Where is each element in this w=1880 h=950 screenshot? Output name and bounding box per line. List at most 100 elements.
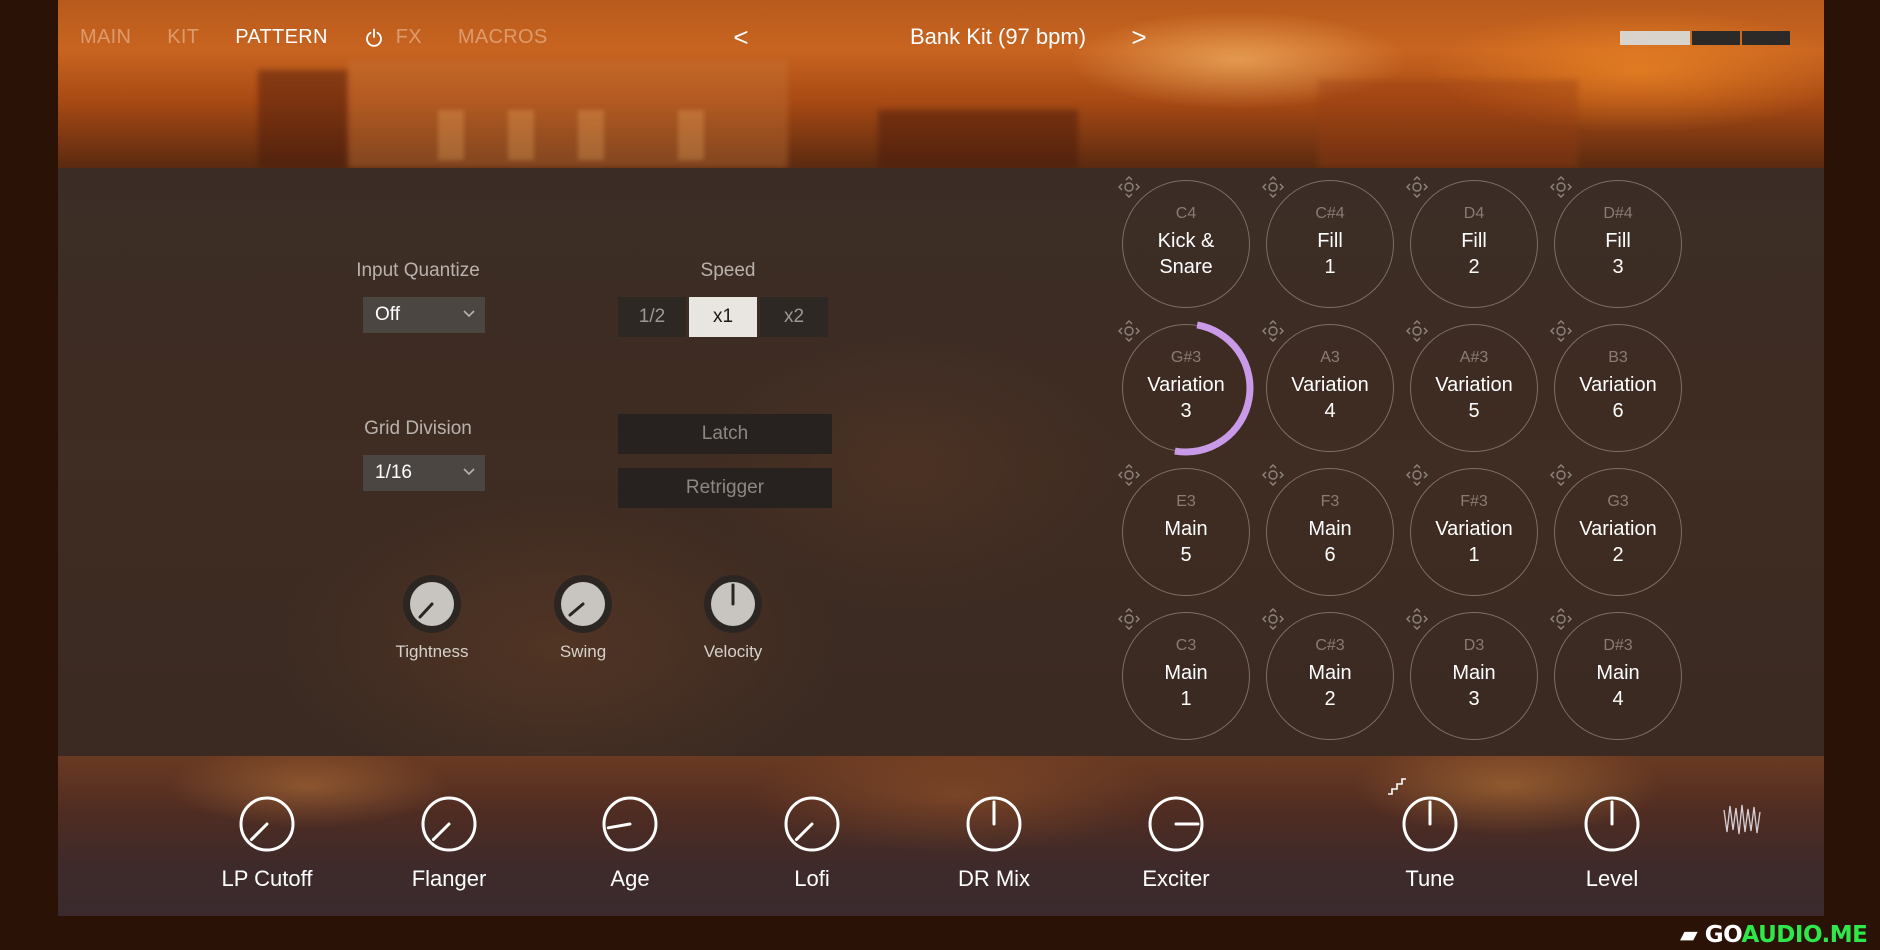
- pad-name: Main: [1308, 518, 1352, 540]
- pad-note: C3: [1175, 637, 1197, 654]
- move-handle-icon[interactable]: [1406, 464, 1428, 486]
- tab-macros[interactable]: MACROS: [458, 26, 548, 49]
- speed-x1-button[interactable]: x1: [689, 297, 757, 337]
- dr-mix-knob[interactable]: [964, 794, 1024, 854]
- watermark-audio: AUDIO.ME: [1741, 922, 1868, 948]
- move-handle-icon[interactable]: [1118, 608, 1140, 630]
- step-icon[interactable]: [1386, 774, 1408, 796]
- pad-name: Variation: [1579, 518, 1657, 540]
- age-knob[interactable]: [600, 794, 660, 854]
- tab-kit[interactable]: KIT: [167, 26, 199, 49]
- pad-11[interactable]: G3 Variation 2: [1554, 468, 1682, 596]
- speed-label: Speed: [700, 260, 756, 281]
- swing-knob[interactable]: [551, 572, 615, 636]
- flanger-knob[interactable]: [419, 794, 479, 854]
- next-kit-button[interactable]: >: [1124, 22, 1154, 53]
- pad-12[interactable]: C3 Main 1: [1122, 612, 1250, 740]
- swing-label: Swing: [559, 642, 607, 661]
- pad-5[interactable]: A3 Variation 4: [1266, 324, 1394, 452]
- tune-label: Tune: [1405, 866, 1455, 891]
- move-handle-icon[interactable]: [1262, 176, 1284, 198]
- pad-name-sub: 1: [1180, 688, 1192, 710]
- pad-note: B3: [1608, 349, 1628, 366]
- pad-name: Variation: [1435, 518, 1513, 540]
- latch-button[interactable]: Latch: [618, 414, 832, 454]
- speed-half-button[interactable]: 1/2: [618, 297, 686, 337]
- velocity-knob[interactable]: [701, 572, 765, 636]
- pad-name-sub: 4: [1324, 400, 1336, 422]
- speed-x2-button[interactable]: x2: [760, 297, 828, 337]
- fx-tab-group: FX: [364, 26, 422, 49]
- pad-name: Fill: [1317, 230, 1343, 252]
- move-handle-icon[interactable]: [1262, 608, 1284, 630]
- flanger-label: Flanger: [411, 866, 487, 891]
- pad-10[interactable]: F#3 Variation 1: [1410, 468, 1538, 596]
- lp-cutoff-knob[interactable]: [237, 794, 297, 854]
- move-handle-icon[interactable]: [1262, 464, 1284, 486]
- tightness-knob[interactable]: [400, 572, 464, 636]
- pad-3[interactable]: D#4 Fill 3: [1554, 180, 1682, 308]
- pad-15[interactable]: D#3 Main 4: [1554, 612, 1682, 740]
- pad-7[interactable]: B3 Variation 6: [1554, 324, 1682, 452]
- lofi-knob[interactable]: [782, 794, 842, 854]
- pad-name-sub: 1: [1324, 256, 1336, 278]
- pad-note: G#3: [1170, 349, 1202, 366]
- previous-kit-button[interactable]: <: [726, 22, 756, 53]
- chevron-down-icon: [463, 310, 475, 318]
- tune-knob[interactable]: [1400, 794, 1460, 854]
- pad-2[interactable]: D4 Fill 2: [1410, 180, 1538, 308]
- pad-note: F3: [1320, 493, 1340, 510]
- move-handle-icon[interactable]: [1118, 176, 1140, 198]
- move-handle-icon[interactable]: [1550, 176, 1572, 198]
- pad-note: D#3: [1603, 637, 1633, 654]
- pad-name-sub: Snare: [1159, 256, 1213, 278]
- move-handle-icon[interactable]: [1118, 464, 1140, 486]
- move-handle-icon[interactable]: [1550, 320, 1572, 342]
- level-label: Level: [1585, 866, 1639, 891]
- move-handle-icon[interactable]: [1550, 608, 1572, 630]
- pad-note: E3: [1176, 493, 1196, 510]
- move-handle-icon[interactable]: [1406, 320, 1428, 342]
- pad-name-sub: 2: [1612, 544, 1624, 566]
- retrigger-button[interactable]: Retrigger: [618, 468, 832, 508]
- level-knob[interactable]: [1582, 794, 1642, 854]
- grid-division-label: Grid Division: [364, 418, 472, 439]
- tab-pattern[interactable]: PATTERN: [235, 26, 327, 49]
- exciter-knob[interactable]: [1146, 794, 1206, 854]
- pad-1[interactable]: C#4 Fill 1: [1266, 180, 1394, 308]
- input-quantize-dropdown[interactable]: Off: [363, 297, 485, 333]
- move-handle-icon[interactable]: [1406, 176, 1428, 198]
- kit-title[interactable]: Bank Kit (97 bpm): [848, 24, 1148, 50]
- meter-segment: [1620, 31, 1690, 45]
- pad-6[interactable]: A#3 Variation 5: [1410, 324, 1538, 452]
- grid-division-value: 1/16: [375, 462, 412, 483]
- pad-note: G3: [1607, 493, 1629, 510]
- pad-note: F#3: [1460, 493, 1488, 510]
- move-handle-icon[interactable]: [1262, 320, 1284, 342]
- pad-note: C#4: [1315, 205, 1345, 222]
- pad-note: A3: [1320, 349, 1340, 366]
- move-handle-icon[interactable]: [1118, 320, 1140, 342]
- power-icon[interactable]: [364, 28, 384, 48]
- velocity-label: Velocity: [703, 642, 763, 661]
- tab-main[interactable]: MAIN: [80, 26, 131, 49]
- pad-0[interactable]: C4 Kick & Snare: [1122, 180, 1250, 308]
- pad-14[interactable]: D3 Main 3: [1410, 612, 1538, 740]
- pad-8[interactable]: E3 Main 5: [1122, 468, 1250, 596]
- pad-name: Main: [1164, 518, 1208, 540]
- pad-name-sub: 2: [1468, 256, 1480, 278]
- grid-division-dropdown[interactable]: 1/16: [363, 455, 485, 491]
- tab-fx[interactable]: FX: [396, 26, 422, 49]
- pad-9[interactable]: F3 Main 6: [1266, 468, 1394, 596]
- move-handle-icon[interactable]: [1550, 464, 1572, 486]
- pad-name: Kick &: [1157, 230, 1215, 252]
- move-handle-icon[interactable]: [1406, 608, 1428, 630]
- pad-13[interactable]: C#3 Main 2: [1266, 612, 1394, 740]
- lofi-label: Lofi: [794, 866, 830, 891]
- pad-note: A#3: [1459, 349, 1489, 366]
- level-meter: [1620, 31, 1790, 45]
- pad-name: Variation: [1435, 374, 1513, 396]
- pad-note: C4: [1175, 205, 1197, 222]
- input-quantize-label: Input Quantize: [356, 260, 480, 281]
- pad-4[interactable]: G#3 Variation 3: [1122, 324, 1250, 452]
